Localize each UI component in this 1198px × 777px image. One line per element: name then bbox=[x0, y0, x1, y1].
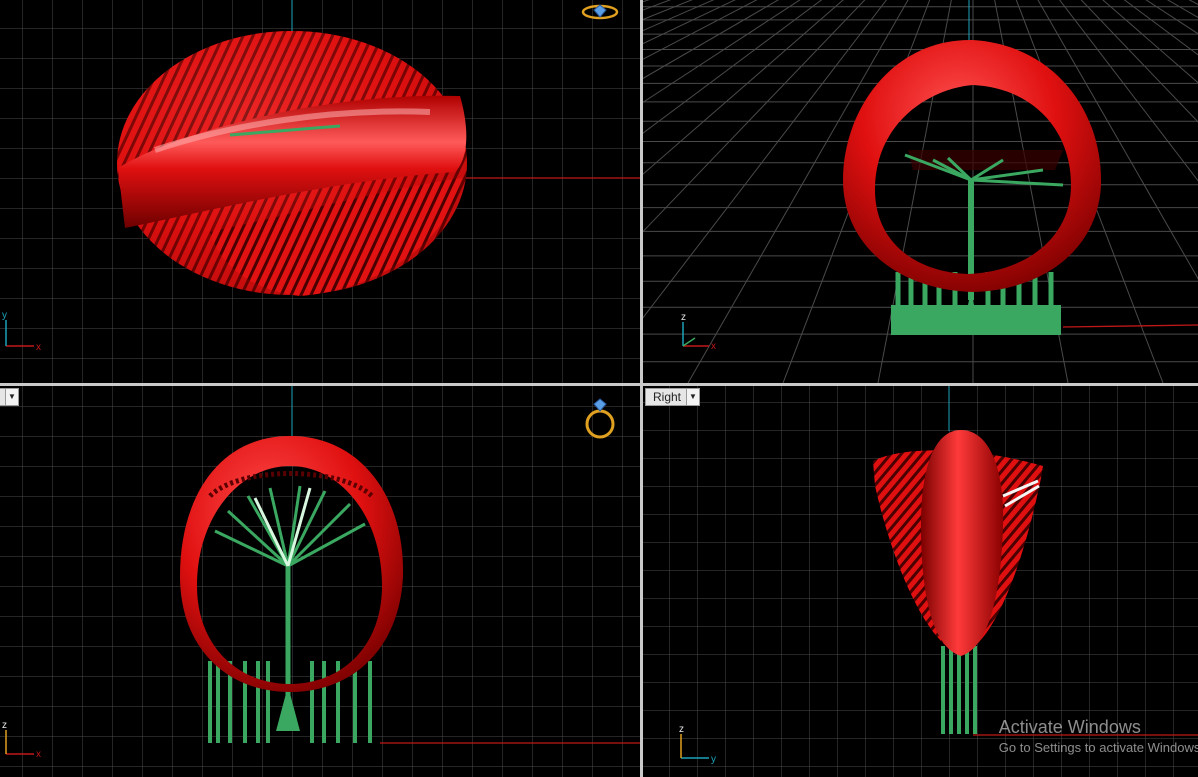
axis-label-b: x bbox=[36, 749, 41, 760]
grid-line bbox=[643, 0, 693, 383]
viewport-front-menu[interactable]: ▼ bbox=[0, 388, 19, 406]
viewport-front[interactable]: z x ▼ bbox=[0, 386, 640, 777]
axis-label-b: x bbox=[711, 341, 716, 352]
axis-label-a: y bbox=[2, 310, 7, 321]
grid-line bbox=[643, 0, 749, 383]
viewport-divider-horizontal[interactable] bbox=[0, 383, 1198, 386]
grid-line bbox=[643, 0, 672, 11]
viewport-right[interactable]: z y Right ▼ Activate Windows Go to Setti… bbox=[643, 386, 1198, 777]
grid-line bbox=[643, 0, 707, 383]
grid-line bbox=[643, 0, 887, 319]
dropdown-arrow-icon[interactable]: ▼ bbox=[5, 389, 18, 405]
viewport-right-menu[interactable]: Right ▼ bbox=[645, 388, 701, 406]
axis-label-a: z bbox=[679, 724, 684, 735]
ring-model-perspective[interactable] bbox=[843, 39, 1102, 335]
axis-label-b: y bbox=[711, 754, 716, 765]
grid-line bbox=[643, 0, 736, 45]
activation-watermark: Activate Windows Go to Settings to activ… bbox=[999, 717, 1198, 755]
axis-label-b: x bbox=[36, 342, 41, 353]
grid-line bbox=[643, 0, 823, 134]
grid-line bbox=[643, 0, 693, 20]
viewport-front-scene[interactable]: z x bbox=[0, 386, 640, 777]
viewport-divider-vertical[interactable] bbox=[640, 0, 643, 777]
viewport-perspective-scene[interactable]: z x bbox=[643, 0, 1198, 383]
viewport-top-scene[interactable]: y x bbox=[0, 0, 640, 383]
axis-label-a: z bbox=[2, 720, 7, 731]
grid-line bbox=[643, 0, 679, 383]
ring-model-top[interactable] bbox=[117, 31, 467, 296]
viewport-right-label: Right bbox=[653, 390, 682, 404]
watermark-title: Activate Windows bbox=[998, 717, 1141, 737]
grid-line bbox=[643, 0, 715, 32]
grid-line bbox=[643, 0, 801, 103]
viewport-top[interactable]: y x bbox=[0, 0, 640, 383]
axis-label-a: z bbox=[681, 312, 686, 323]
watermark-subtitle: Go to Settings to activate Windows. bbox=[998, 740, 1198, 755]
dropdown-arrow-icon[interactable]: ▼ bbox=[686, 389, 700, 405]
axis-gizmo-perspective: z x bbox=[681, 312, 716, 352]
viewport-perspective[interactable]: z x bbox=[643, 0, 1198, 383]
